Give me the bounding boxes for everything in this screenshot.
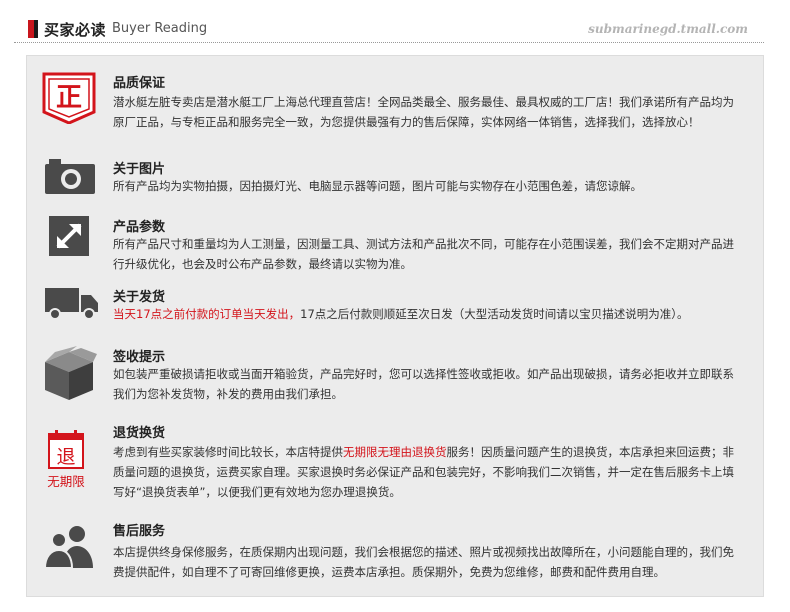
- resize-arrow-icon: [49, 216, 89, 260]
- shipping-highlight: 当天17点之前付款的订单当天发出，: [113, 307, 301, 321]
- section-title: 品质保证: [113, 76, 166, 91]
- return-calendar-icon: 退 无期限: [43, 428, 89, 496]
- section-text: 本店提供终身保修服务，在质保期内出现问题，我们会根据您的描述、照片或视频找出故障…: [113, 545, 734, 579]
- shipping-rest: 17点之后付款则顺延至次日发（大型活动发货时间请以宝贝描述说明为准）。: [300, 307, 689, 321]
- header-divider: [14, 42, 764, 43]
- header-title-en: Buyer Reading: [112, 21, 208, 36]
- returns-highlight: 无期限无理由退换货: [343, 445, 447, 459]
- section-title: 产品参数: [113, 220, 166, 235]
- header-title-cn: 买家必读: [44, 21, 107, 39]
- store-url[interactable]: submarinegd.tmall.com: [588, 22, 748, 36]
- people-icon: [43, 524, 95, 572]
- svg-text:退: 退: [56, 446, 75, 468]
- section-title: 关于发货: [113, 290, 166, 305]
- header-accent-bar: [28, 20, 38, 38]
- returns-text-before: 考虑到有些买家装修时间比较长，本店特提供: [113, 445, 343, 459]
- zheng-seal-icon: 正: [41, 72, 97, 128]
- section-text: 当天17点之前付款的订单当天发出，17点之后付款则顺延至次日发（大型活动发货时间…: [113, 304, 743, 324]
- section-title: 签收提示: [113, 350, 166, 365]
- section-text: 潜水艇左脏专卖店是潜水艇工厂上海总代理直营店！全网品类最全、服务最佳、最具权威的…: [113, 95, 734, 129]
- section-title: 关于图片: [113, 162, 166, 177]
- section-text: 所有产品尺寸和重量均为人工测量，因测量工具、测试方法和产品批次不同，可能存在小范…: [113, 237, 734, 271]
- svg-text:无期限: 无期限: [47, 474, 85, 489]
- truck-icon: [45, 286, 99, 324]
- buyer-notes-panel: 正 品质保证 潜水艇左脏专卖店是潜水艇工厂上海总代理直营店！全网品类最全、服务最…: [26, 55, 764, 597]
- section-text: 如包装严重破损请拒收或当面开箱验货，产品完好时，您可以选择性签收或拒收。如产品出…: [113, 367, 734, 401]
- package-box-icon: [41, 346, 97, 406]
- section-title: 退货换货: [113, 426, 166, 441]
- section-title: 售后服务: [113, 524, 166, 539]
- section-text: 所有产品均为实物拍摄，因拍摄灯光、电脑显示器等问题，图片可能与实物存在小范围色差…: [113, 179, 642, 193]
- svg-text:正: 正: [56, 83, 82, 113]
- page-header: 买家必读 Buyer Reading submarinegd.tmall.com: [0, 0, 790, 46]
- section-text: 考虑到有些买家装修时间比较长，本店特提供无期限无理由退换货服务！因质量问题产生的…: [113, 442, 743, 502]
- camera-icon: [45, 158, 95, 198]
